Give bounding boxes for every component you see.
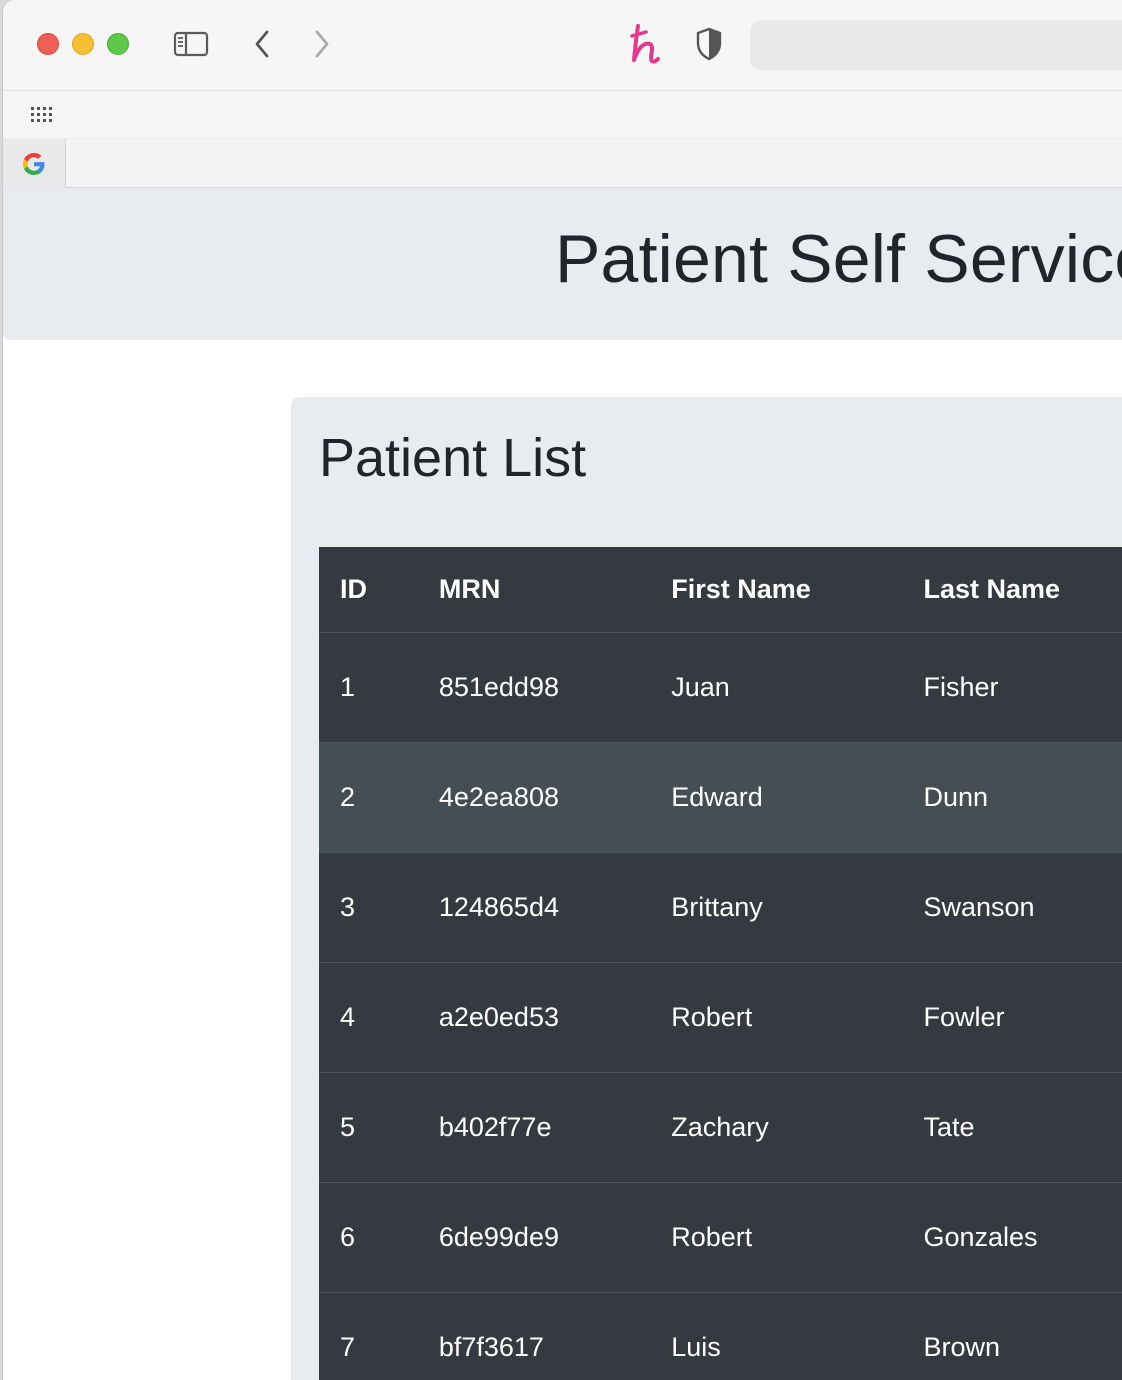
table-row[interactable]: 2 4e2ea808 Edward Dunn <box>319 742 1122 853</box>
tab-bar <box>3 138 1122 188</box>
cell-last-name: Dunn <box>902 742 1122 853</box>
cell-last-name: Gonzales <box>902 1182 1122 1293</box>
cell-mrn: 4e2ea808 <box>417 742 651 853</box>
table-row[interactable]: 4 a2e0ed53 Robert Fowler <box>319 962 1122 1073</box>
browser-window: Patient Self Service Patient List ID MRN… <box>3 0 1122 1380</box>
cell-id: 6 <box>319 1182 418 1293</box>
section-title: Patient List <box>319 428 587 488</box>
table-row[interactable]: 6 6de99de9 Robert Gonzales <box>319 1182 1122 1293</box>
cell-last-name: Fowler <box>902 962 1122 1073</box>
apps-grid-icon[interactable] <box>27 101 57 129</box>
privacy-shield-icon[interactable] <box>693 26 725 62</box>
cell-first-name: Edward <box>650 742 903 853</box>
cell-mrn: 851edd98 <box>417 632 651 743</box>
cell-first-name: Robert <box>650 962 903 1073</box>
table-row[interactable]: 7 bf7f3617 Luis Brown <box>319 1292 1122 1380</box>
site-title: Patient Self Service <box>555 221 1122 297</box>
cell-mrn: a2e0ed53 <box>417 962 651 1073</box>
window-close-button[interactable] <box>37 33 59 55</box>
address-bar[interactable] <box>750 20 1122 70</box>
honey-extension-icon[interactable] <box>625 22 667 66</box>
google-icon <box>23 152 45 175</box>
cell-id: 2 <box>319 742 418 853</box>
cell-first-name: Zachary <box>650 1072 903 1183</box>
cell-id: 7 <box>319 1292 418 1380</box>
cell-last-name: Brown <box>902 1292 1122 1380</box>
column-header-id[interactable]: ID <box>319 547 418 633</box>
table-header-row: ID MRN First Name Last Name <box>319 547 1122 633</box>
cell-id: 4 <box>319 962 418 1073</box>
page-content: Patient Self Service Patient List ID MRN… <box>3 188 1122 1380</box>
cell-id: 3 <box>319 852 418 963</box>
favorites-bar <box>3 91 1122 138</box>
cell-first-name: Robert <box>650 1182 903 1293</box>
window-minimize-button[interactable] <box>72 33 94 55</box>
patient-table: ID MRN First Name Last Name 1 851edd98 J… <box>319 547 1122 1380</box>
cell-id: 5 <box>319 1072 418 1183</box>
cell-mrn: 6de99de9 <box>417 1182 651 1293</box>
window-maximize-button[interactable] <box>107 33 129 55</box>
cell-last-name: Swanson <box>902 852 1122 963</box>
table-row[interactable]: 5 b402f77e Zachary Tate <box>319 1072 1122 1183</box>
column-header-last-name[interactable]: Last Name <box>902 547 1122 633</box>
column-header-mrn[interactable]: MRN <box>417 547 651 633</box>
cell-mrn: 124865d4 <box>417 852 651 963</box>
cell-first-name: Luis <box>650 1292 903 1380</box>
cell-mrn: bf7f3617 <box>417 1292 651 1380</box>
table-row[interactable]: 1 851edd98 Juan Fisher <box>319 632 1122 743</box>
cell-last-name: Tate <box>902 1072 1122 1183</box>
sidebar-icon[interactable] <box>173 29 209 59</box>
header-banner: Patient Self Service <box>3 188 1122 340</box>
tab-google[interactable] <box>3 139 66 188</box>
cell-id: 1 <box>319 632 418 743</box>
chevron-left-icon[interactable] <box>247 26 277 62</box>
cell-last-name: Fisher <box>902 632 1122 743</box>
table-row[interactable]: 3 124865d4 Brittany Swanson <box>319 852 1122 963</box>
chevron-right-icon[interactable] <box>307 26 337 62</box>
cell-first-name: Brittany <box>650 852 903 963</box>
column-header-first-name[interactable]: First Name <box>650 547 903 633</box>
browser-toolbar <box>3 0 1122 91</box>
patient-list-card: Patient List ID MRN First Name Last Name… <box>291 397 1122 1380</box>
cell-first-name: Juan <box>650 632 903 743</box>
cell-mrn: b402f77e <box>417 1072 651 1183</box>
